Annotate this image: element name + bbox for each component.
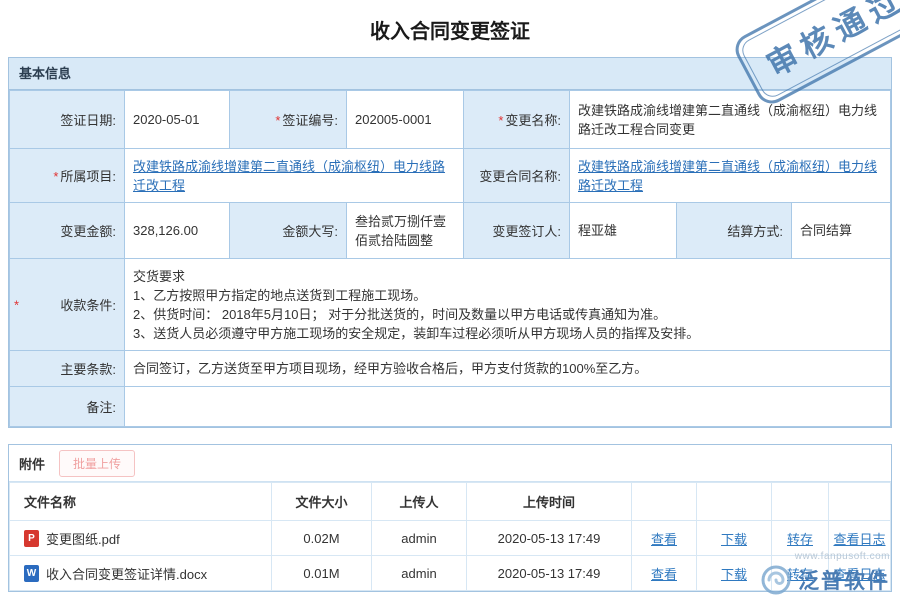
saveas-link[interactable]: 转存: [787, 532, 813, 547]
row-main-terms: 主要条款: 合同签订，乙方送货至甲方项目现场，经甲方验收合格后，甲方支付货款的1…: [10, 351, 891, 387]
sign-date-label: 签证日期:: [10, 91, 125, 149]
row-project: *所属项目: 改建铁路成渝线增建第二直通线（成渝枢纽）电力线路迁改工程 变更合同…: [10, 149, 891, 203]
remark-label: 备注:: [10, 387, 125, 427]
word-file-icon: W: [24, 565, 39, 582]
receipt-terms-line: 交货要求: [133, 267, 882, 286]
signer-label: 变更签订人:: [464, 203, 570, 259]
project-value: 改建铁路成渝线增建第二直通线（成渝枢纽）电力线路迁改工程: [125, 149, 464, 203]
receipt-terms-line: 3、送货人员必须遵守甲方施工现场的安全规定，装卸车过程必须听从甲方现场人员的指挥…: [133, 324, 882, 343]
col-action-view: [632, 483, 697, 521]
change-contract-label: 变更合同名称:: [464, 149, 570, 203]
amount-label: 变更金额:: [10, 203, 125, 259]
signer-value: 程亚雄: [570, 203, 677, 259]
file-size: 0.02M: [272, 521, 372, 556]
project-label: *所属项目:: [10, 149, 125, 203]
amount-value: 328,126.00: [125, 203, 230, 259]
file-name-cell: P 变更图纸.pdf: [10, 521, 272, 556]
view-link[interactable]: 查看: [651, 532, 677, 547]
col-file-size: 文件大小: [272, 483, 372, 521]
col-action-download: [697, 483, 772, 521]
row-receipt-terms: *收款条件: 交货要求 1、乙方按照甲方指定的地点送货到工程施工现场。 2、供货…: [10, 259, 891, 351]
vendor-logo-icon: [760, 564, 792, 596]
download-link[interactable]: 下载: [721, 532, 747, 547]
vendor-brand-name: 泛普软件: [798, 565, 890, 595]
attachments-header-row: 文件名称 文件大小 上传人 上传时间: [10, 483, 891, 521]
remark-value: [125, 387, 891, 427]
receipt-terms-value: 交货要求 1、乙方按照甲方指定的地点送货到工程施工现场。 2、供货时间： 201…: [125, 259, 891, 351]
change-contract-value: 改建铁路成渝线增建第二直通线（成渝枢纽）电力线路迁改工程: [570, 149, 891, 203]
pdf-file-icon: P: [24, 530, 39, 547]
sign-date-value: 2020-05-01: [125, 91, 230, 149]
file-name: 变更图纸.pdf: [46, 529, 120, 548]
receipt-terms-line: 1、乙方按照甲方指定的地点送货到工程施工现场。: [133, 286, 882, 305]
file-name: 收入合同变更签证详情.docx: [46, 564, 207, 583]
settlement-label: 结算方式:: [677, 203, 792, 259]
settlement-value: 合同结算: [792, 203, 891, 259]
required-mark: *: [275, 113, 280, 128]
main-terms-label: 主要条款:: [10, 351, 125, 387]
project-link[interactable]: 改建铁路成渝线增建第二直通线（成渝枢纽）电力线路迁改工程: [133, 159, 445, 193]
receipt-terms-line: 2、供货时间： 2018年5月10日； 对于分批送货的，时间及数量以甲方电话或传…: [133, 305, 882, 324]
row-remark: 备注:: [10, 387, 891, 427]
vendor-watermark: www.fanpusoft.com 泛普软件: [760, 551, 890, 596]
file-name-cell: W 收入合同变更签证详情.docx: [10, 556, 272, 591]
download-link[interactable]: 下载: [721, 567, 747, 582]
row-amount: 变更金额: 328,126.00 金额大写: 叁拾贰万捌仟壹佰贰拾陆圆整 变更签…: [10, 203, 891, 259]
col-file-name: 文件名称: [10, 483, 272, 521]
attachments-section-title: 附件: [19, 454, 45, 473]
col-uploader: 上传人: [372, 483, 467, 521]
attachment-row: W 收入合同变更签证详情.docx 0.01M admin 2020-05-13…: [10, 556, 891, 591]
basic-info-table: 签证日期: 2020-05-01 *签证编号: 202005-0001 *变更名…: [9, 90, 891, 427]
file-size: 0.01M: [272, 556, 372, 591]
file-uploader: admin: [372, 556, 467, 591]
attachments-header: 附件 批量上传: [9, 445, 891, 482]
file-upload-time: 2020-05-13 17:49: [467, 556, 632, 591]
col-action-log: [829, 483, 891, 521]
sign-no-label: *签证编号:: [230, 91, 347, 149]
required-mark: *: [14, 297, 19, 312]
batch-upload-button[interactable]: 批量上传: [59, 450, 135, 477]
view-log-link[interactable]: 查看日志: [833, 532, 885, 547]
required-mark: *: [53, 169, 58, 184]
basic-info-panel: 基本信息 签证日期: 2020-05-01 *签证编号: 202005-0001…: [8, 57, 892, 428]
sign-no-value: 202005-0001: [347, 91, 464, 149]
file-uploader: admin: [372, 521, 467, 556]
view-link[interactable]: 查看: [651, 567, 677, 582]
row-sign-date: 签证日期: 2020-05-01 *签证编号: 202005-0001 *变更名…: [10, 91, 891, 149]
change-name-value: 改建铁路成渝线增建第二直通线（成渝枢纽）电力线路迁改工程合同变更: [570, 91, 891, 149]
change-contract-link[interactable]: 改建铁路成渝线增建第二直通线（成渝枢纽）电力线路迁改工程: [578, 159, 877, 193]
attachments-table: 文件名称 文件大小 上传人 上传时间 P 变更图纸.pdf 0.02M admi…: [9, 482, 891, 591]
receipt-terms-label: *收款条件:: [10, 259, 125, 351]
vendor-url: www.fanpusoft.com: [760, 551, 890, 562]
amount-caps-value: 叁拾贰万捌仟壹佰贰拾陆圆整: [347, 203, 464, 259]
amount-caps-label: 金额大写:: [230, 203, 347, 259]
change-name-label: *变更名称:: [464, 91, 570, 149]
main-terms-value: 合同签订，乙方送货至甲方项目现场，经甲方验收合格后，甲方支付货款的100%至乙方…: [125, 351, 891, 387]
file-upload-time: 2020-05-13 17:49: [467, 521, 632, 556]
col-upload-time: 上传时间: [467, 483, 632, 521]
attachment-row: P 变更图纸.pdf 0.02M admin 2020-05-13 17:49 …: [10, 521, 891, 556]
required-mark: *: [498, 113, 503, 128]
col-action-saveas: [772, 483, 829, 521]
